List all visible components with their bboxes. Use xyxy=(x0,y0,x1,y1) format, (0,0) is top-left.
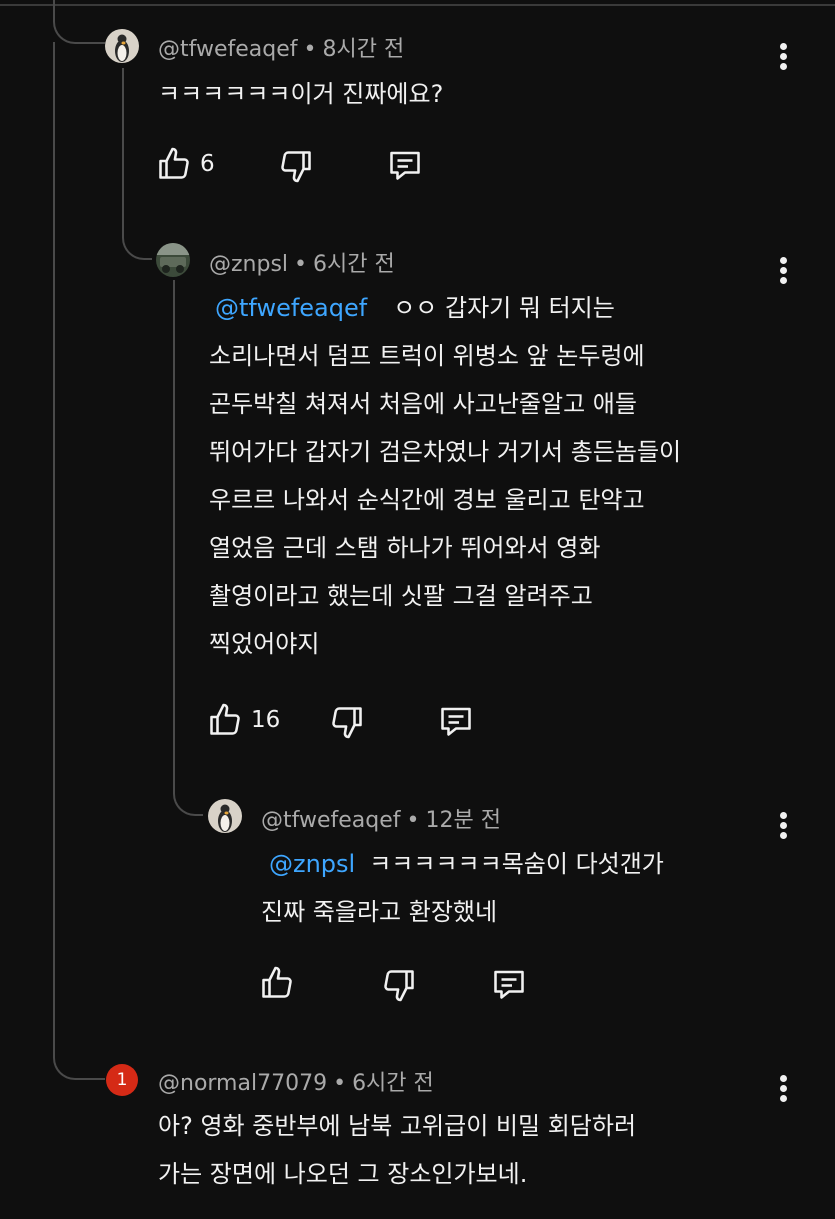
thumbs-up-icon xyxy=(159,147,189,179)
comment-line: 촬영이라고 했는데 싯팔 그걸 알려주고 xyxy=(209,582,593,610)
comment-time[interactable]: 6시간 전 xyxy=(352,1071,434,1096)
like-button[interactable] xyxy=(259,965,303,1001)
comment-time[interactable]: 8시간 전 xyxy=(323,37,405,62)
comment-body: ㅋㅋㅋㅋㅋㅋ이거 진짜에요? xyxy=(158,70,443,118)
comment-author[interactable]: @tfwefeaqef xyxy=(261,808,401,833)
thread-line xyxy=(122,68,152,260)
comment-line: 가는 장면에 나오던 그 장소인가보네. xyxy=(158,1160,528,1188)
mention-link[interactable]: @tfwefeaqef xyxy=(215,294,367,322)
like-count: 6 xyxy=(200,151,215,177)
comment-line-first: @tfwefeaqef ㅇㅇ 갑자기 뭐 터지는 xyxy=(209,284,681,332)
avatar[interactable]: 1 xyxy=(106,1064,138,1096)
avatar[interactable] xyxy=(156,243,190,277)
dislike-button[interactable] xyxy=(329,704,365,740)
mention-link[interactable]: @znpsl xyxy=(269,850,355,878)
reply-button[interactable] xyxy=(437,703,475,739)
comment-line: ㅋㅋㅋㅋㅋㅋ목숨이 다섯갠가 xyxy=(369,850,664,878)
thumbs-up-icon xyxy=(210,703,240,735)
dislike-button[interactable] xyxy=(381,967,417,1003)
meta-separator: • xyxy=(303,37,317,62)
reply-button[interactable] xyxy=(386,147,424,183)
like-button[interactable]: 16 xyxy=(207,702,280,738)
comment-line: 뛰어가다 갑자기 검은차였나 거기서 총든놈들이 xyxy=(209,438,682,466)
comment-meta: @znpsl • 6시간 전 xyxy=(209,246,395,278)
thread-line xyxy=(53,42,55,1042)
comment-line: ㅋㅋㅋㅋㅋㅋ이거 진짜에요? xyxy=(158,80,444,108)
comment-author[interactable]: @znpsl xyxy=(209,252,288,277)
comment-body: @tfwefeaqef ㅇㅇ 갑자기 뭐 터지는 소리나면서 덤프 트럭이 위병소… xyxy=(209,284,681,668)
thumbs-up-icon xyxy=(262,966,292,998)
meta-separator: • xyxy=(294,252,308,277)
comment-line: 열었음 근데 스탬 하나가 뛰어와서 영화 xyxy=(209,534,601,562)
more-vert-icon[interactable] xyxy=(771,40,795,76)
comment-author[interactable]: @tfwefeaqef xyxy=(158,37,298,62)
meta-separator: • xyxy=(333,1071,347,1096)
comment-line: 찍었어야지 xyxy=(209,630,320,658)
reply-comment-icon xyxy=(390,151,420,180)
avatar[interactable] xyxy=(105,29,139,63)
dislike-button[interactable] xyxy=(278,148,314,184)
thread-line xyxy=(173,280,203,816)
comment-body: @znpsl ㅋㅋㅋㅋㅋㅋ목숨이 다섯갠가 진짜 죽을라고 환장했네 xyxy=(261,840,664,936)
thumbs-down-icon xyxy=(281,151,311,183)
comment-body: 아? 영화 중반부에 남북 고위급이 비밀 회담하러 가는 장면에 나오던 그 … xyxy=(158,1102,636,1198)
reply-comment-icon xyxy=(441,707,471,736)
like-button[interactable]: 6 xyxy=(156,146,215,182)
meta-separator: • xyxy=(406,808,420,833)
comment-line: ㅇㅇ 갑자기 뭐 터지는 xyxy=(393,294,615,322)
comment-meta: @normal77079 • 6시간 전 xyxy=(158,1065,434,1097)
comment-meta: @tfwefeaqef • 8시간 전 xyxy=(158,31,404,63)
more-vert-icon[interactable] xyxy=(771,254,795,290)
comment-line-first: @znpsl ㅋㅋㅋㅋㅋㅋ목숨이 다섯갠가 xyxy=(261,840,664,888)
avatar[interactable] xyxy=(208,799,242,833)
comment-line: 아? 영화 중반부에 남북 고위급이 비밀 회담하러 xyxy=(158,1112,637,1140)
reply-button[interactable] xyxy=(490,966,528,1002)
thread-line xyxy=(53,1020,105,1080)
more-vert-icon[interactable] xyxy=(771,1072,795,1108)
comment-time[interactable]: 6시간 전 xyxy=(313,252,395,277)
top-divider xyxy=(0,4,835,6)
thread-line xyxy=(53,0,105,44)
comment-line: 소리나면서 덤프 트럭이 위병소 앞 논두렁에 xyxy=(209,342,645,370)
comment-line: 곤두박칠 쳐져서 처음에 사고난줄알고 애들 xyxy=(209,390,637,418)
more-vert-icon[interactable] xyxy=(771,809,795,845)
comment-line: 진짜 죽을라고 환장했네 xyxy=(261,898,498,926)
comment-author[interactable]: @normal77079 xyxy=(158,1071,327,1096)
comment-line: 우르르 나와서 순식간에 경보 울리고 탄약고 xyxy=(209,486,645,514)
like-count: 16 xyxy=(251,707,281,733)
thumbs-down-icon xyxy=(384,970,414,1002)
thumbs-down-icon xyxy=(332,707,362,739)
comment-meta: @tfwefeaqef • 12분 전 xyxy=(261,802,501,834)
reply-comment-icon xyxy=(494,970,524,999)
comment-time[interactable]: 12분 전 xyxy=(426,808,501,833)
